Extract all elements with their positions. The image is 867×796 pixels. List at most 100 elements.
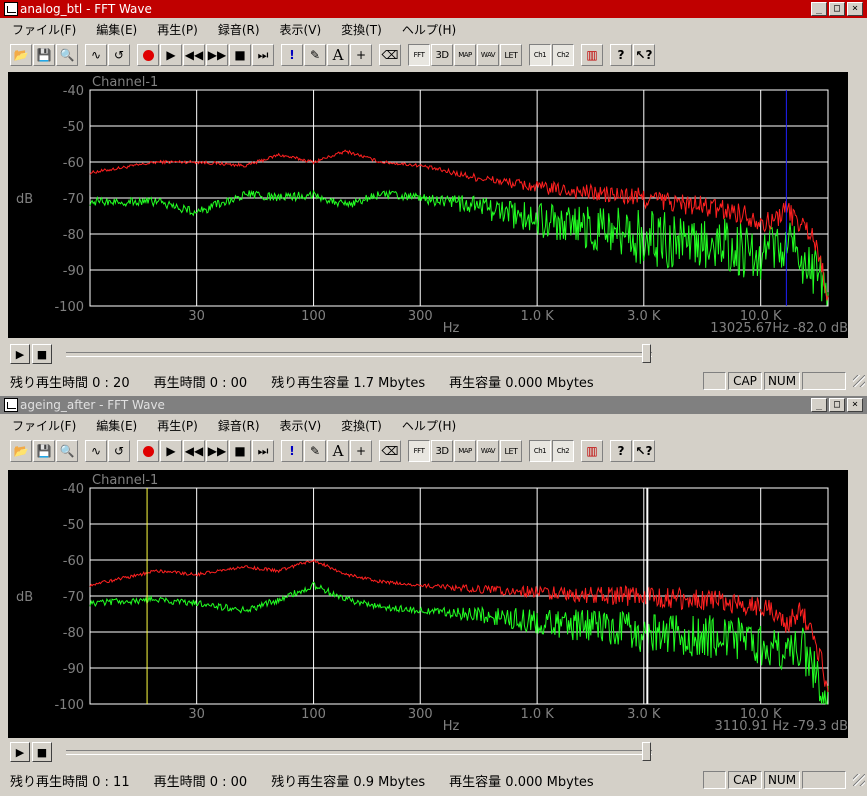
menu-view[interactable]: 表示(V) <box>268 21 330 38</box>
save-icon[interactable]: 💾 <box>33 44 55 66</box>
context-help-icon[interactable]: ↖? <box>633 440 655 462</box>
resize-grip-icon[interactable] <box>853 774 865 786</box>
record-icon[interactable] <box>137 44 159 66</box>
print-preview-icon[interactable]: 🔍 <box>56 44 78 66</box>
eraser-icon[interactable]: ⌫ <box>379 44 401 66</box>
close-button[interactable]: × <box>847 398 863 412</box>
undo-icon[interactable]: ↺ <box>108 440 130 462</box>
play-icon[interactable]: ▶ <box>10 344 30 364</box>
fast-forward-icon[interactable]: ▶▶ <box>206 44 228 66</box>
let-view-button[interactable]: LET <box>500 440 522 462</box>
y-tick-label: -40 <box>63 482 84 497</box>
menu-edit[interactable]: 編集(E) <box>84 417 145 434</box>
position-slider-track[interactable] <box>66 352 652 357</box>
rewind-icon[interactable]: ◀◀ <box>183 440 205 462</box>
fft-view-button[interactable]: FFT <box>408 44 430 66</box>
open-file-icon[interactable]: 📂 <box>10 44 32 66</box>
waveform-icon[interactable]: ∿ <box>85 44 107 66</box>
text-icon[interactable]: A <box>327 44 349 66</box>
save-icon[interactable]: 💾 <box>33 440 55 462</box>
stop-icon[interactable]: ■ <box>32 742 52 762</box>
position-slider-thumb[interactable] <box>642 742 651 761</box>
minimize-button[interactable]: _ <box>811 2 827 16</box>
pencil-icon[interactable]: ✎ <box>304 44 326 66</box>
let-view-button[interactable]: LET <box>500 44 522 66</box>
cursor-readout: 3110.91 Hz -79.3 dB <box>714 719 848 734</box>
x-tick-label: 1.0 K <box>520 707 554 722</box>
y-tick-label: -80 <box>63 228 84 243</box>
wav-view-button[interactable]: WAV <box>477 44 499 66</box>
help-icon[interactable]: ? <box>610 44 632 66</box>
pencil-icon[interactable]: ✎ <box>304 440 326 462</box>
minimize-button[interactable]: _ <box>811 398 827 412</box>
stop-icon[interactable]: ■ <box>229 440 251 462</box>
app-icon[interactable] <box>4 2 18 16</box>
menu-file[interactable]: ファイル(F) <box>0 417 84 434</box>
text-icon[interactable]: A <box>327 440 349 462</box>
menu-edit[interactable]: 編集(E) <box>84 21 145 38</box>
stop-icon[interactable]: ■ <box>32 344 52 364</box>
fft-plot[interactable]: -40 -50 -60 -70 -80 -90 -100 30 100 300 1.0 K 3.0 K… <box>8 72 848 338</box>
menu-help[interactable]: ヘルプ(H) <box>390 21 464 38</box>
fft-view-button[interactable]: FFT <box>408 440 430 462</box>
menu-help[interactable]: ヘルプ(H) <box>390 417 464 434</box>
play-icon[interactable]: ▶ <box>160 44 182 66</box>
fft-plot[interactable]: -40 -50 -60 -70 -80 -90 -100 30 100 300 1.0 K 3.0 K… <box>8 470 848 738</box>
remaining-size: 残り再生容量 1.7 Mbytes <box>271 375 426 391</box>
wav-view-button[interactable]: WAV <box>477 440 499 462</box>
position-slider-track[interactable] <box>66 750 652 755</box>
go-to-end-icon[interactable]: ⏭ <box>252 440 274 462</box>
close-button[interactable]: × <box>847 2 863 16</box>
crosshair-icon[interactable]: + <box>350 44 372 66</box>
open-file-icon[interactable]: 📂 <box>10 440 32 462</box>
eraser-icon[interactable]: ⌫ <box>379 440 401 462</box>
map-view-button[interactable]: MAP <box>454 44 476 66</box>
undo-icon[interactable]: ↺ <box>108 44 130 66</box>
ch1-button[interactable]: Ch1 <box>529 44 551 66</box>
menu-record[interactable]: 録音(R) <box>206 417 268 434</box>
resize-grip-icon[interactable] <box>853 375 865 387</box>
alert-icon[interactable]: ! <box>281 440 303 462</box>
print-preview-icon[interactable]: 🔍 <box>56 440 78 462</box>
channel-label: Channel-1 <box>92 473 158 488</box>
maximize-button[interactable]: □ <box>829 2 845 16</box>
rewind-icon[interactable]: ◀◀ <box>183 44 205 66</box>
play-icon[interactable]: ▶ <box>10 742 30 762</box>
menu-play[interactable]: 再生(P) <box>145 21 206 38</box>
3d-view-button[interactable]: 3D <box>431 440 453 462</box>
fast-forward-icon[interactable]: ▶▶ <box>206 440 228 462</box>
y-tick-label: -60 <box>63 554 84 569</box>
3d-view-button[interactable]: 3D <box>431 44 453 66</box>
context-help-icon[interactable]: ↖? <box>633 44 655 66</box>
x-tick-label: 3.0 K <box>627 707 661 722</box>
title-bar[interactable]: ageing_after - FFT Wave _ □ × <box>0 396 867 414</box>
play-icon[interactable]: ▶ <box>160 440 182 462</box>
map-view-button[interactable]: MAP <box>454 440 476 462</box>
title-bar[interactable]: analog_btl - FFT Wave _ □ × <box>0 0 867 18</box>
menu-file[interactable]: ファイル(F) <box>0 21 84 38</box>
stop-icon[interactable]: ■ <box>229 44 251 66</box>
ch2-button[interactable]: Ch2 <box>552 44 574 66</box>
waveform-icon[interactable]: ∿ <box>85 440 107 462</box>
remaining-time: 残り再生時間 0 : 20 <box>10 375 130 391</box>
app-icon[interactable] <box>4 398 18 412</box>
split-view-icon[interactable]: ▥ <box>581 440 603 462</box>
menu-convert[interactable]: 変換(T) <box>329 417 390 434</box>
split-view-icon[interactable]: ▥ <box>581 44 603 66</box>
maximize-button[interactable]: □ <box>829 398 845 412</box>
menu-play[interactable]: 再生(P) <box>145 417 206 434</box>
menu-convert[interactable]: 変換(T) <box>329 21 390 38</box>
record-icon[interactable] <box>137 440 159 462</box>
position-slider-thumb[interactable] <box>642 344 651 363</box>
cursor-readout: 13025.67Hz -82.0 dB <box>710 321 848 336</box>
status-panel-extra <box>802 372 846 390</box>
alert-icon[interactable]: ! <box>281 44 303 66</box>
help-icon[interactable]: ? <box>610 440 632 462</box>
menu-record[interactable]: 録音(R) <box>206 21 268 38</box>
ch1-button[interactable]: Ch1 <box>529 440 551 462</box>
play-time: 再生時間 0 : 00 <box>153 774 248 790</box>
crosshair-icon[interactable]: + <box>350 440 372 462</box>
menu-view[interactable]: 表示(V) <box>268 417 330 434</box>
ch2-button[interactable]: Ch2 <box>552 440 574 462</box>
go-to-end-icon[interactable]: ⏭ <box>252 44 274 66</box>
